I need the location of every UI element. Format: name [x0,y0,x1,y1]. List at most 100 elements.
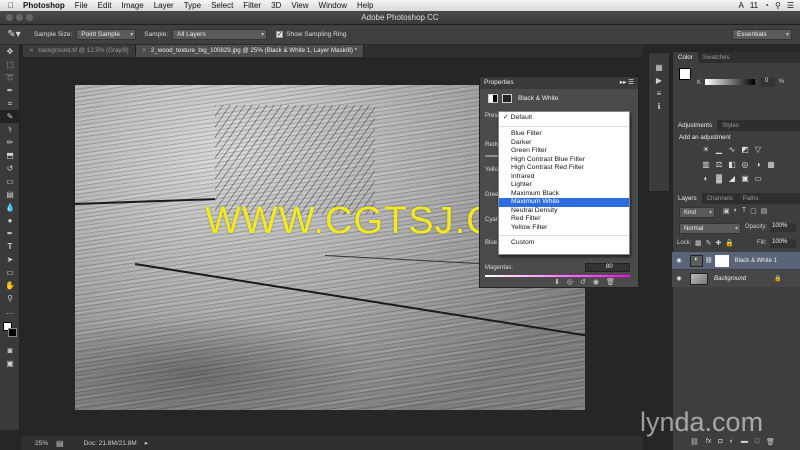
wifi-icon[interactable]: ◔ [764,1,769,10]
mask-icon[interactable] [502,94,512,103]
layer-thumbnail[interactable] [690,272,708,285]
color-lookup-icon[interactable]: ▦ [766,160,776,169]
status-menu-arrow-icon[interactable]: ▸ [145,439,148,447]
color-balance-icon[interactable]: ⚖ [714,160,724,169]
layer-filter-kind-select[interactable]: Kind [679,207,715,218]
close-tab-icon[interactable]: ✕ [142,47,147,54]
menu-3d[interactable]: 3D [266,1,286,10]
k-slider[interactable] [705,79,755,85]
add-mask-icon[interactable]: ◘ [718,438,722,446]
close-window-button[interactable] [6,14,13,21]
gradient-tool-icon[interactable]: ▤ [0,188,20,201]
background-color-swatch[interactable] [8,328,17,337]
tab-wood-texture[interactable]: ✕ 2_wood_texture_big_100829.jpg @ 25% (Bl… [135,45,365,57]
layer-style-icon[interactable]: fx [706,438,711,446]
minimize-window-button[interactable] [16,14,23,21]
healing-brush-tool-icon[interactable]: ⚕ [0,123,20,136]
lasso-tool-icon[interactable]: ➰ [0,71,20,84]
spotlight-search-icon[interactable]: ⚲ [775,1,781,10]
screen-mode-icon[interactable]: ▣ [0,357,20,370]
menu-filter[interactable]: Filter [238,1,266,10]
rectangle-tool-icon[interactable]: ▭ [0,266,20,279]
filter-smart-object-icon[interactable]: ▤ [761,207,768,215]
channel-mixer-icon[interactable]: ◑ [753,160,763,169]
tab-background[interactable]: ✕ background.tif @ 12.5% (Gray/8) [23,45,136,57]
panel-menu-icon[interactable]: ▸▸ ☰ [620,77,634,89]
path-selection-tool-icon[interactable]: ➤ [0,253,20,266]
layer-name[interactable]: Black & White 1 [735,258,777,264]
preset-item[interactable]: Maximum Black [499,190,629,199]
tab-layers[interactable]: Layers [673,193,702,204]
preset-item[interactable]: Infrared [499,173,629,182]
preset-item[interactable]: Darker [499,139,629,148]
fg-bg-color-icon[interactable] [679,68,691,80]
history-brush-tool-icon[interactable]: ↺ [0,162,20,175]
preset-item[interactable]: Green Filter [499,147,629,156]
k-value-field[interactable]: 0 [761,78,775,87]
photo-filter-icon[interactable]: ◎ [740,160,750,169]
clip-to-layer-icon[interactable]: ⬇ [554,278,560,286]
tab-adjustments[interactable]: Adjustments [673,120,718,131]
threshold-icon[interactable]: ◢ [727,174,737,183]
delete-layer-icon[interactable]: 🗑 [766,438,775,446]
clone-stamp-tool-icon[interactable]: ⬒ [0,149,20,162]
menu-window[interactable]: Window [314,1,352,10]
blend-mode-select[interactable]: Normal [679,223,741,234]
preset-item[interactable]: Yellow Filter [499,224,629,233]
new-group-icon[interactable]: ▬ [741,438,748,446]
levels-icon[interactable]: ▁ [714,145,724,154]
more-tools-icon[interactable]: … [0,305,20,318]
cc-badge-count[interactable]: 11 [750,1,758,10]
crop-tool-icon[interactable]: ⌗ [0,97,20,110]
adobe-icon[interactable]: A [738,1,743,10]
preset-item[interactable]: Neutral Density [499,207,629,216]
filter-shape-icon[interactable]: ▢ [750,207,757,215]
menu-file[interactable]: File [70,1,93,10]
hand-tool-icon[interactable]: ✋ [0,279,20,292]
type-tool-icon[interactable]: T [0,240,20,253]
close-tab-icon[interactable]: ✕ [29,47,34,54]
lock-all-icon[interactable]: 🔒 [725,239,734,247]
tab-color[interactable]: Color [673,52,698,63]
lock-transparent-icon[interactable]: ▦ [695,239,702,247]
exposure-icon[interactable]: ◩ [740,145,750,154]
black-white-icon[interactable]: ◧ [727,160,737,169]
quick-mask-icon[interactable]: ◙ [0,344,20,357]
menu-view[interactable]: View [286,1,313,10]
tab-styles[interactable]: Styles [717,120,744,131]
tab-swatches[interactable]: Swatches [698,52,735,63]
brush-tool-icon[interactable]: ✏ [0,136,20,149]
apple-menu-icon[interactable]:  [0,1,18,10]
vibrance-icon[interactable]: ▽ [753,145,763,154]
lock-position-icon[interactable]: ✚ [716,239,722,247]
tab-channels[interactable]: Channels [702,193,738,204]
actions-panel-icon[interactable]: ▶ [649,74,669,87]
menu-image[interactable]: Image [116,1,148,10]
notification-list-icon[interactable]: ☰ [787,1,794,10]
dodge-tool-icon[interactable]: ● [0,214,20,227]
delete-trash-icon[interactable]: 🗑 [606,278,615,286]
eyedropper-tool-preset-icon[interactable]: ✎▾ [0,29,28,40]
reset-icon[interactable]: ↺ [580,278,586,286]
zoom-level[interactable]: 25% [35,440,48,447]
workspace-select[interactable]: Essentials [732,29,792,40]
opacity-field[interactable]: 100% [770,223,796,232]
layer-name[interactable]: Background [714,276,746,282]
properties-panel-icon[interactable]: ≡ [649,87,669,100]
menu-select[interactable]: Select [206,1,238,10]
pen-tool-icon[interactable]: ✒ [0,227,20,240]
blur-tool-icon[interactable]: 💧 [0,201,20,214]
show-sampling-ring-checkbox[interactable]: ✓ [276,31,284,38]
visibility-eye-icon[interactable]: ◉ [672,275,686,282]
view-previous-icon[interactable]: ◎ [567,278,573,286]
info-panel-icon[interactable]: ℹ [649,100,669,113]
preset-item-selected[interactable]: Maximum White [499,198,629,207]
preset-item[interactable]: Blue Filter [499,130,629,139]
invert-icon[interactable]: ◐ [701,174,711,183]
filter-adjustment-icon[interactable]: ◐ [734,207,738,215]
menu-layer[interactable]: Layer [149,1,179,10]
zoom-window-button[interactable] [26,14,33,21]
preset-item[interactable]: High Contrast Red Filter [499,164,629,173]
magentas-value-field[interactable]: 80 [585,263,630,272]
marquee-tool-icon[interactable]: ⬚ [0,58,20,71]
